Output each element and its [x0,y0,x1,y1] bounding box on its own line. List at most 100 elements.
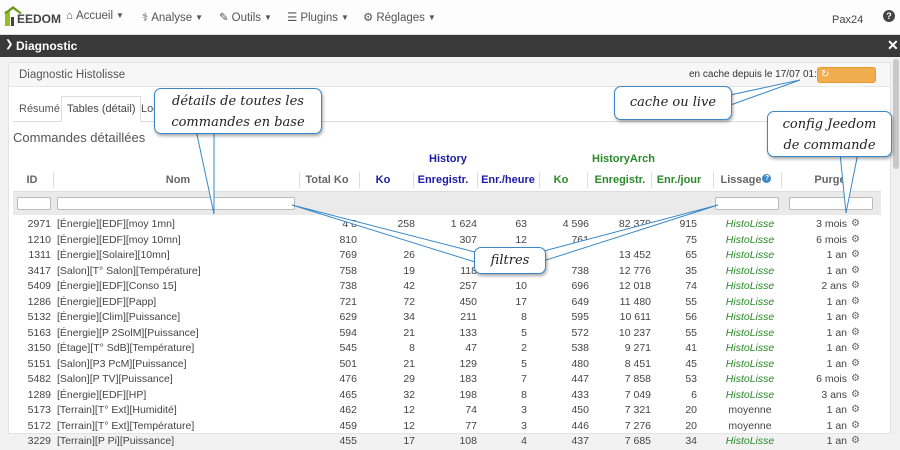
nav-analyse[interactable]: ⚕ Analyse ▼ [142,10,203,24]
cell-purge: 6 mois [816,373,847,385]
nav-accueil[interactable]: ⌂ Accueil ▼ [66,10,124,22]
cell-history-ko: 258 [397,218,415,230]
close-icon[interactable]: ✕ [887,37,899,54]
cell-lissage[interactable]: HistoLisse [717,358,783,370]
group-history: History [429,153,467,165]
filter-purge-input[interactable] [789,197,873,210]
cell-nom: [Énergie][Solaire][10mn] [57,249,170,261]
col-total-ko[interactable]: Total Ko [299,174,355,186]
cell-arch-enr-jour: 20 [685,404,697,416]
cell-lissage[interactable]: HistoLisse [717,265,783,277]
config-cog-icon[interactable]: ⚙ [851,265,860,276]
config-cog-icon[interactable]: ⚙ [851,358,860,369]
refresh-icon: ↻ [821,69,830,80]
cell-lissage[interactable]: HistoLisse [717,280,783,292]
cell-history-enr-heure: 4 [521,435,527,447]
cell-id: 1210 [27,233,51,246]
filter-nom-input[interactable] [57,197,295,210]
col-history-enr-heure[interactable]: Enr./heure [477,174,539,186]
col-nom[interactable]: Nom [53,174,303,186]
col-id[interactable]: ID [13,174,51,186]
nav-outils[interactable]: ✎ Outils ▼ [219,10,272,24]
cell-lissage[interactable]: HistoLisse [717,296,783,308]
col-separator [713,172,714,188]
tab-tables-detail[interactable]: Tables (détail) [61,96,142,122]
tab-bar: Résumé Tables (détail) Log [13,96,883,122]
col-separator [359,172,360,188]
cell-arch-enr-jour: 74 [685,280,697,292]
config-cog-icon[interactable]: ⚙ [851,280,860,291]
cell-arch-ko: 696 [571,280,589,292]
col-separator [781,172,782,188]
cell-lissage[interactable]: HistoLisse [717,342,783,354]
cell-id: 1286 [27,295,51,308]
cell-arch-enr-jour: 6 [691,388,697,401]
filter-row [13,192,881,215]
diagnostic-panel: Diagnostic Histolisse en cache depuis le… [8,62,891,447]
cell-lissage[interactable]: HistoLisse [717,218,783,230]
config-cog-icon[interactable]: ⚙ [851,404,860,415]
cell-total-ko: 545 [339,342,357,354]
refresh-button[interactable]: ↻ Rafraîchir [817,67,876,94]
config-cog-icon[interactable]: ⚙ [851,234,860,245]
list-icon: ☰ [287,12,298,24]
cell-history-ko: 42 [403,280,415,292]
col-arch-ko[interactable]: Ko [539,174,583,186]
cell-history-enregistr: 74 [465,404,477,416]
cell-lissage[interactable]: HistoLisse [717,389,783,401]
filter-lissage-input[interactable] [715,197,779,210]
cell-history-enr-heure: 12 [515,233,527,246]
jeedom-logo[interactable]: EEDOM [4,5,61,29]
col-lissage[interactable]: Lissage? [713,174,779,186]
col-arch-enregistr[interactable]: Enregistr. [587,174,653,186]
cell-total-ko: 629 [339,311,357,323]
info-icon[interactable]: ? [762,174,772,183]
cell-lissage[interactable]: HistoLisse [717,311,783,323]
caret-down-icon: ▼ [264,13,272,22]
cell-lissage[interactable]: moyenne [717,404,783,416]
config-cog-icon[interactable]: ⚙ [851,296,860,307]
col-arch-enr-jour[interactable]: Enr./jour [651,174,707,186]
scrollbar[interactable] [892,57,900,434]
cell-lissage[interactable]: HistoLisse [717,373,783,385]
config-cog-icon[interactable]: ⚙ [851,373,860,384]
nav-plugins[interactable]: ☰ Plugins ▼ [287,10,349,24]
scrollbar-thumb[interactable] [893,59,899,169]
config-cog-icon[interactable]: ⚙ [851,420,860,431]
config-cog-icon[interactable]: ⚙ [851,342,860,353]
col-history-enregistr[interactable]: Enregistr. [413,174,473,186]
cell-lissage[interactable]: HistoLisse [717,234,783,246]
cell-arch-enr-jour: 56 [685,311,697,323]
cell-arch-enregistr: 11 480 [619,295,651,308]
cell-history-ko: 72 [403,295,415,308]
filter-id-input[interactable] [17,197,51,210]
cell-id: 1289 [27,388,51,401]
cell-id: 3150 [27,342,51,354]
nav-reglages[interactable]: ⚙ Réglages ▼ [363,10,436,24]
cell-lissage[interactable]: HistoLisse [717,327,783,339]
modal-title: Diagnostic [16,39,78,53]
config-cog-icon[interactable]: ⚙ [851,311,860,322]
table-row: 3229 [Terrain][P Pi][Puissance] 455 17 108 4 4… [13,434,881,450]
config-cog-icon[interactable]: ⚙ [851,435,860,446]
config-cog-icon[interactable]: ⚙ [851,249,860,260]
config-cog-icon[interactable]: ⚙ [851,389,860,400]
user-name[interactable]: Pax24 [832,14,863,26]
config-cog-icon[interactable]: ⚙ [851,218,860,229]
tab-resume[interactable]: Résumé [13,96,66,122]
cell-lissage[interactable]: HistoLisse [717,435,783,447]
cell-arch-enregistr: 10 611 [619,311,651,323]
col-history-ko[interactable]: Ko [359,174,407,186]
cell-arch-enr-jour: 55 [685,326,697,339]
table-row: 2971 [Énergie][EDF][moy 1mn] 4 8 258 1 624 63… [13,217,881,233]
col-purge[interactable]: Purge [785,174,875,186]
help-icon[interactable]: ? [883,10,895,22]
cell-lissage[interactable]: moyenne [717,420,783,432]
cell-id: 3417 [27,264,51,277]
cell-history-enregistr: 108 [459,435,477,447]
cache-status: en cache depuis le 17/07 01:47 [689,69,828,80]
config-cog-icon[interactable]: ⚙ [851,327,860,338]
cell-arch-enregistr: 10 237 [618,326,651,339]
cell-lissage[interactable]: HistoLisse [717,249,783,261]
cell-history-ko: 12 [403,419,415,432]
